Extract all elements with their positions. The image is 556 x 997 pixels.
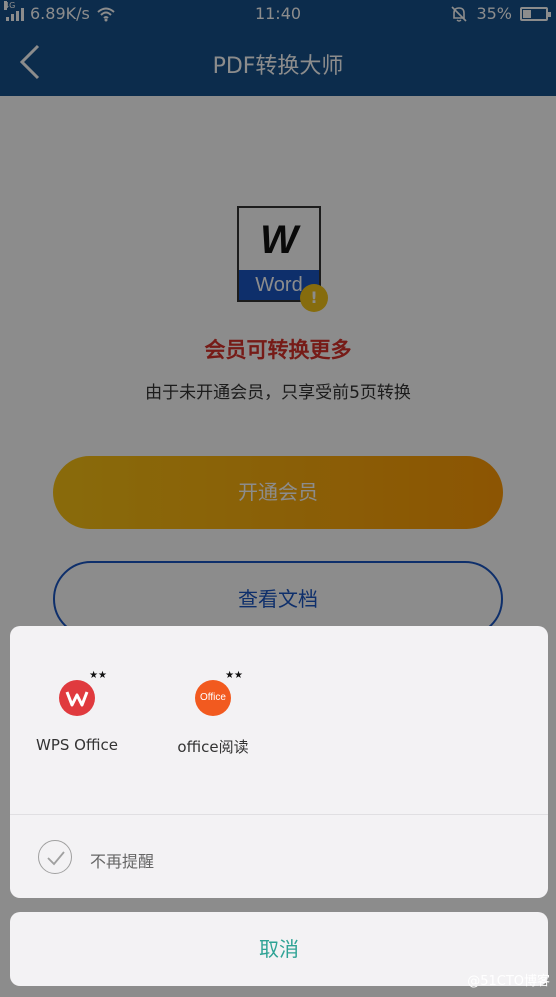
watermark: @51CTO博客 <box>467 974 550 989</box>
open-with-sheet: ★★ WPS Office Office ★★ office阅读 不再提醒 <box>10 626 548 898</box>
app-label-office-reader: office阅读 <box>177 738 249 756</box>
office-reader-icon: Office <box>195 680 231 716</box>
dont-remind-label[interactable]: 不再提醒 <box>90 848 154 872</box>
app-option-office-reader[interactable]: Office ★★ office阅读 <box>148 670 278 757</box>
app-option-wps[interactable]: ★★ WPS Office <box>12 670 142 754</box>
dont-remind-checkbox[interactable] <box>38 840 72 874</box>
checkmark-icon <box>47 851 65 866</box>
app-label-wps: WPS Office <box>36 736 118 754</box>
stars-icon: ★★ <box>89 670 107 681</box>
wps-office-icon <box>59 680 95 716</box>
sheet-divider <box>10 814 548 815</box>
stars-icon: ★★ <box>225 670 243 681</box>
